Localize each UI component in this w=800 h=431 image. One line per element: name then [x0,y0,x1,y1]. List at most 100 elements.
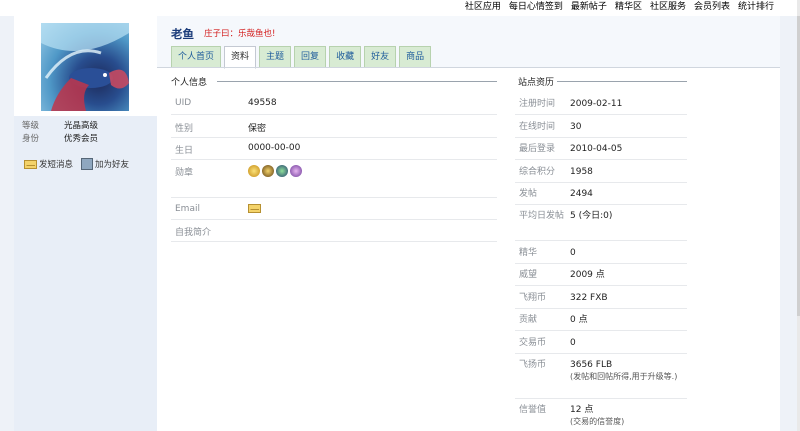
nav-latest-posts[interactable]: 最新帖子 [571,0,607,15]
uid-value: 49558 [248,98,277,108]
tab-replies[interactable]: 回复 [294,46,327,67]
stat-row: 综合积分 1958 [515,161,687,183]
header-divider [157,67,780,68]
email-link[interactable] [248,204,261,216]
info-row-level: 等级 光晶高级 [22,120,157,133]
birthday-label: 生日 [175,146,194,156]
stat-label: 威望 [519,270,538,280]
birthday-value: 0000-00-00 [248,143,301,153]
stat-label: 交易币 [519,338,547,348]
stat-value: 1958 [570,167,593,177]
stat-value: 2009-02-11 [570,99,623,109]
stat-row: 威望 2009 点 [515,265,687,286]
user-add-icon [81,158,94,170]
nav-community-apps[interactable]: 社区应用 [465,0,501,15]
avatar-panel [14,16,157,116]
identity-value: 优秀会员 [64,134,99,144]
stat-value: 0 [570,338,576,348]
uid-label: UID [175,98,192,108]
stat-label: 贡献 [519,315,538,325]
stat-label: 最后登录 [519,144,556,154]
member-info: 等级 光晶高级 身份 优秀会员 [22,120,157,146]
stat-value: 5 (今日:0) [570,211,613,221]
sidebar-actions: 发短消息 加为好友 [24,158,159,170]
info-row-identity: 身份 优秀会员 [22,133,157,146]
stat-row: 平均日发帖 5 (今日:0) [515,206,687,241]
email-row: Email [171,199,497,220]
stat-label: 飞翔币 [519,293,547,303]
site-stats-title: 站点资历 [518,78,555,88]
medal-icon [290,165,302,177]
tab-topics[interactable]: 主题 [259,46,292,67]
stat-row: 飞翔币 322 FXB [515,287,687,309]
stat-label: 信誉值 [519,405,547,415]
profile-header: 老鱼 庄子曰：乐哉鱼也! 个人首页 资料 主题 回复 收藏 好友 商品 [157,16,780,69]
stat-value: 0 [570,248,576,258]
tab-favorites[interactable]: 收藏 [329,46,362,67]
send-message-button[interactable]: 发短消息 [24,158,73,170]
profile-main: 老鱼 庄子曰：乐哉鱼也! 个人首页 资料 主题 回复 收藏 好友 商品 个人信息… [157,16,780,431]
stat-row: 发帖 2494 [515,184,687,205]
medal-icon [276,165,288,177]
stat-value: 3656 FLB [570,360,613,370]
stat-value-block: 3656 FLB (发帖和回帖所得,用于升级等.) [570,359,685,383]
stat-value: 30 [570,122,582,132]
medal-list [248,165,304,177]
stat-value: 12 点 [570,405,594,415]
stat-row: 在线时间 30 [515,116,687,138]
stat-value: 0 点 [570,315,588,325]
tab-profile[interactable]: 资料 [224,46,257,69]
mail-icon [24,159,37,169]
stat-row: 注册时间 2009-02-11 [515,94,687,115]
intro-label: 自我简介 [175,228,212,238]
gender-value: 保密 [248,124,267,134]
level-value: 光晶高级 [64,121,99,131]
stat-note: (交易的信誉度) [570,417,625,426]
stat-row: 最后登录 2010-04-05 [515,139,687,160]
avatar [41,23,129,111]
stat-value-block: 12 点 (交易的信誉度) [570,404,685,428]
stat-label: 飞扬币 [519,360,547,370]
profile-sidebar: 等级 光晶高级 身份 优秀会员 发短消息 加为好友 [14,16,157,431]
stat-value: 2494 [570,189,593,199]
gender-row: 性别 保密 [171,116,497,138]
stat-label: 注册时间 [519,99,556,109]
personal-info-rule [217,81,497,82]
stat-value: 322 FXB [570,293,608,303]
user-motto: 庄子曰：乐哉鱼也! [204,29,276,39]
add-friend-label: 加为好友 [95,160,130,170]
medals-label: 勋章 [175,168,194,178]
profile-tabs: 个人首页 资料 主题 回复 收藏 好友 商品 [171,46,432,69]
uid-row: UID 49558 [171,94,497,115]
personal-info-title: 个人信息 [171,78,208,88]
email-label: Email [175,204,200,214]
stat-row: 飞扬币 3656 FLB (发帖和回帖所得,用于升级等.) [515,355,687,399]
stat-value: 2009 点 [570,270,605,280]
nav-member-list[interactable]: 会员列表 [694,0,730,15]
nav-community-services[interactable]: 社区服务 [650,0,686,15]
intro-row: 自我简介 [171,221,497,242]
stat-label: 平均日发帖 [519,211,565,221]
nav-statistics[interactable]: 统计排行 [738,0,774,15]
tab-goods[interactable]: 商品 [399,46,432,67]
medal-icon [262,165,274,177]
birthday-row: 生日 0000-00-00 [171,139,497,160]
nav-digest[interactable]: 精华区 [615,0,642,15]
stat-row: 贡献 0 点 [515,310,687,331]
betta-fish-image [41,23,129,111]
top-navigation: 社区应用 每日心情签到 最新帖子 精华区 社区服务 会员列表 统计排行 [465,0,774,15]
stat-value: 2010-04-05 [570,144,623,154]
add-friend-button[interactable]: 加为好友 [81,158,129,170]
level-label: 等级 [22,121,40,131]
medal-icon [248,165,260,177]
stat-row: 精华 0 [515,242,687,264]
send-message-label: 发短消息 [39,160,74,170]
mail-icon [248,204,261,213]
tab-home[interactable]: 个人首页 [171,46,222,67]
nav-daily-checkin[interactable]: 每日心情签到 [509,0,563,15]
stat-label: 在线时间 [519,122,556,132]
tab-friends[interactable]: 好友 [364,46,397,67]
stat-label: 精华 [519,248,538,258]
identity-label: 身份 [22,134,40,144]
stat-row: 交易币 0 [515,332,687,354]
